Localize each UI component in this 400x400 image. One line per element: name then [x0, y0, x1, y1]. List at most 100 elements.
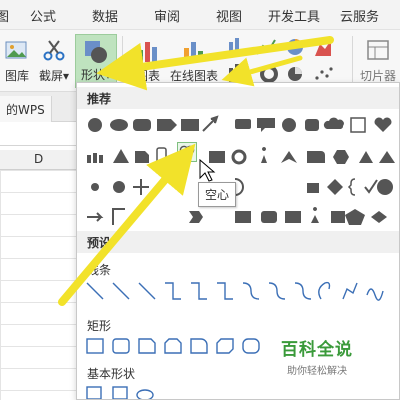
document-tab[interactable]: 的WPS [0, 96, 52, 122]
line-chart-icon [256, 39, 276, 55]
shapes-button[interactable]: 形状▾ [75, 34, 117, 88]
heart-outline-icon [179, 145, 195, 159]
snip-two-corner-rect-shape [164, 338, 182, 354]
category-basic-shapes: 基本形状 [87, 367, 136, 381]
chevron-up-shape [281, 151, 297, 163]
diamond-flat-shape [371, 211, 387, 223]
rect-shape-c [285, 211, 301, 223]
ellipse-shape [136, 389, 154, 399]
chevron-right-shape [189, 211, 203, 223]
menu-tab-insert[interactable]: 图 [0, 6, 9, 25]
column-chart-icon [229, 38, 239, 56]
text-box-shape [86, 386, 102, 399]
ring-shape [231, 149, 247, 165]
online-chart-icon [184, 42, 203, 62]
basic-shapes-row[interactable] [85, 383, 285, 399]
rounded-rect-shape-b [261, 211, 277, 223]
shapes-dropdown-panel: 推荐 预设 线条 矩形 基本形状 百科全说 助你轻松解决 [76, 82, 400, 400]
watermark: 百科全说 助你轻松解决 [281, 335, 353, 377]
sun-shape [91, 183, 99, 191]
shape-tooltip: 空心 [198, 182, 237, 207]
menu-tab-view[interactable]: 视图 [216, 6, 242, 25]
category-lines: 线条 [87, 263, 112, 277]
rect-shape [181, 119, 199, 131]
screenshot-label: 截屏▾ [38, 69, 70, 83]
hexagon-shape [333, 150, 349, 164]
triangle-shape [113, 149, 129, 163]
elbow-double-arrow-shape [217, 282, 233, 300]
freeform-shape [342, 282, 358, 300]
rounded-rectangle-shape [112, 338, 130, 354]
chart-button[interactable]: 图表 [128, 34, 168, 88]
slicer-icon [367, 40, 389, 60]
menu-tab-cloud[interactable]: 云服务 [340, 6, 379, 25]
rounded-callout-shape [110, 119, 128, 131]
ribbon-divider [122, 36, 123, 86]
donut-chart-icon [260, 65, 278, 83]
slicer-button[interactable]: 切片器 [356, 34, 400, 88]
scissors-icon [43, 40, 65, 61]
menu-tab-data[interactable]: 数据 [92, 6, 118, 25]
freeform-curve-shape [318, 281, 331, 300]
figure-shape [261, 147, 267, 163]
straight-line-shape [86, 282, 104, 300]
elbow-connector-shape [165, 282, 181, 300]
elbow-arrow-shape [191, 282, 207, 300]
rectangle-shape [86, 338, 104, 354]
diagonal-arrow-shape [202, 115, 219, 132]
pentagon-arrow-shape [157, 119, 177, 131]
curved-double-connector-shape [294, 282, 312, 300]
section-recommended: 推荐 [77, 87, 399, 109]
triangle-small-shape [359, 151, 373, 163]
bag-shape [307, 183, 319, 193]
column-header-d[interactable]: D [34, 152, 43, 166]
triangle-right-shape [379, 151, 395, 163]
gallery-icon [5, 41, 27, 59]
snip-diagonal-rect-shape [216, 338, 234, 354]
phone-shape [156, 147, 167, 165]
help-circle-shape [377, 179, 393, 195]
pie-chart-icon [287, 39, 303, 55]
shapes-label: 形状▾ [80, 68, 112, 82]
round-diagonal-rect-shape [242, 338, 260, 354]
gallery-button[interactable]: 图库 [0, 34, 34, 88]
menu-tab-formula[interactable]: 公式 [30, 6, 56, 25]
menu-tab-developer[interactable]: 开发工具 [268, 6, 320, 25]
curved-arrow-connector-shape [268, 282, 286, 300]
right-arrow-shape [87, 212, 104, 222]
heart-solid-shape [374, 117, 392, 132]
chart-types-group[interactable] [225, 36, 345, 86]
small-rect-shape [209, 151, 225, 163]
recommended-shapes-grid[interactable] [85, 113, 395, 233]
bar-mini-icon [229, 64, 239, 82]
category-rectangles: 矩形 [87, 319, 112, 333]
menu-tab-review[interactable]: 审阅 [154, 6, 180, 25]
scatter-chart-icon [315, 67, 333, 80]
online-chart-button[interactable]: 在线图表 [166, 34, 222, 88]
line-shapes-row[interactable] [85, 279, 395, 303]
callout-rect-shape [257, 118, 275, 132]
menu-bar: 图 公式 数据 审阅 视图 开发工具 云服务 [0, 0, 400, 30]
snip-corner-rect-shape [138, 338, 156, 354]
check-shape [364, 179, 378, 194]
vertical-text-box-shape [112, 386, 128, 399]
ribbon-divider-2 [352, 36, 353, 86]
heart-outline-shape[interactable] [177, 142, 197, 162]
round-corner-rect-shape [190, 338, 208, 354]
wps-window: 图 公式 数据 审阅 视图 开发工具 云服务 图库 截屏▾ 形状▾ 图表 在线图… [0, 0, 400, 400]
speech-bubble-shape [235, 119, 251, 129]
arrow-line-shape [112, 282, 130, 300]
area-chart-icon [315, 40, 331, 56]
scribble-shape [366, 288, 384, 301]
block-shape [135, 151, 149, 163]
frame-shape [350, 117, 366, 133]
add-person-shape [311, 207, 319, 223]
rectangle-shapes-row[interactable] [85, 335, 285, 359]
gallery-label: 图库 [4, 69, 29, 83]
rounded-square-shape [305, 119, 319, 131]
watermark-title: 百科全说 [281, 340, 353, 360]
moon-shape [277, 179, 285, 195]
oval-shape [88, 118, 102, 132]
double-arrow-line-shape [138, 282, 156, 300]
screenshot-button[interactable]: 截屏▾ [34, 34, 74, 88]
